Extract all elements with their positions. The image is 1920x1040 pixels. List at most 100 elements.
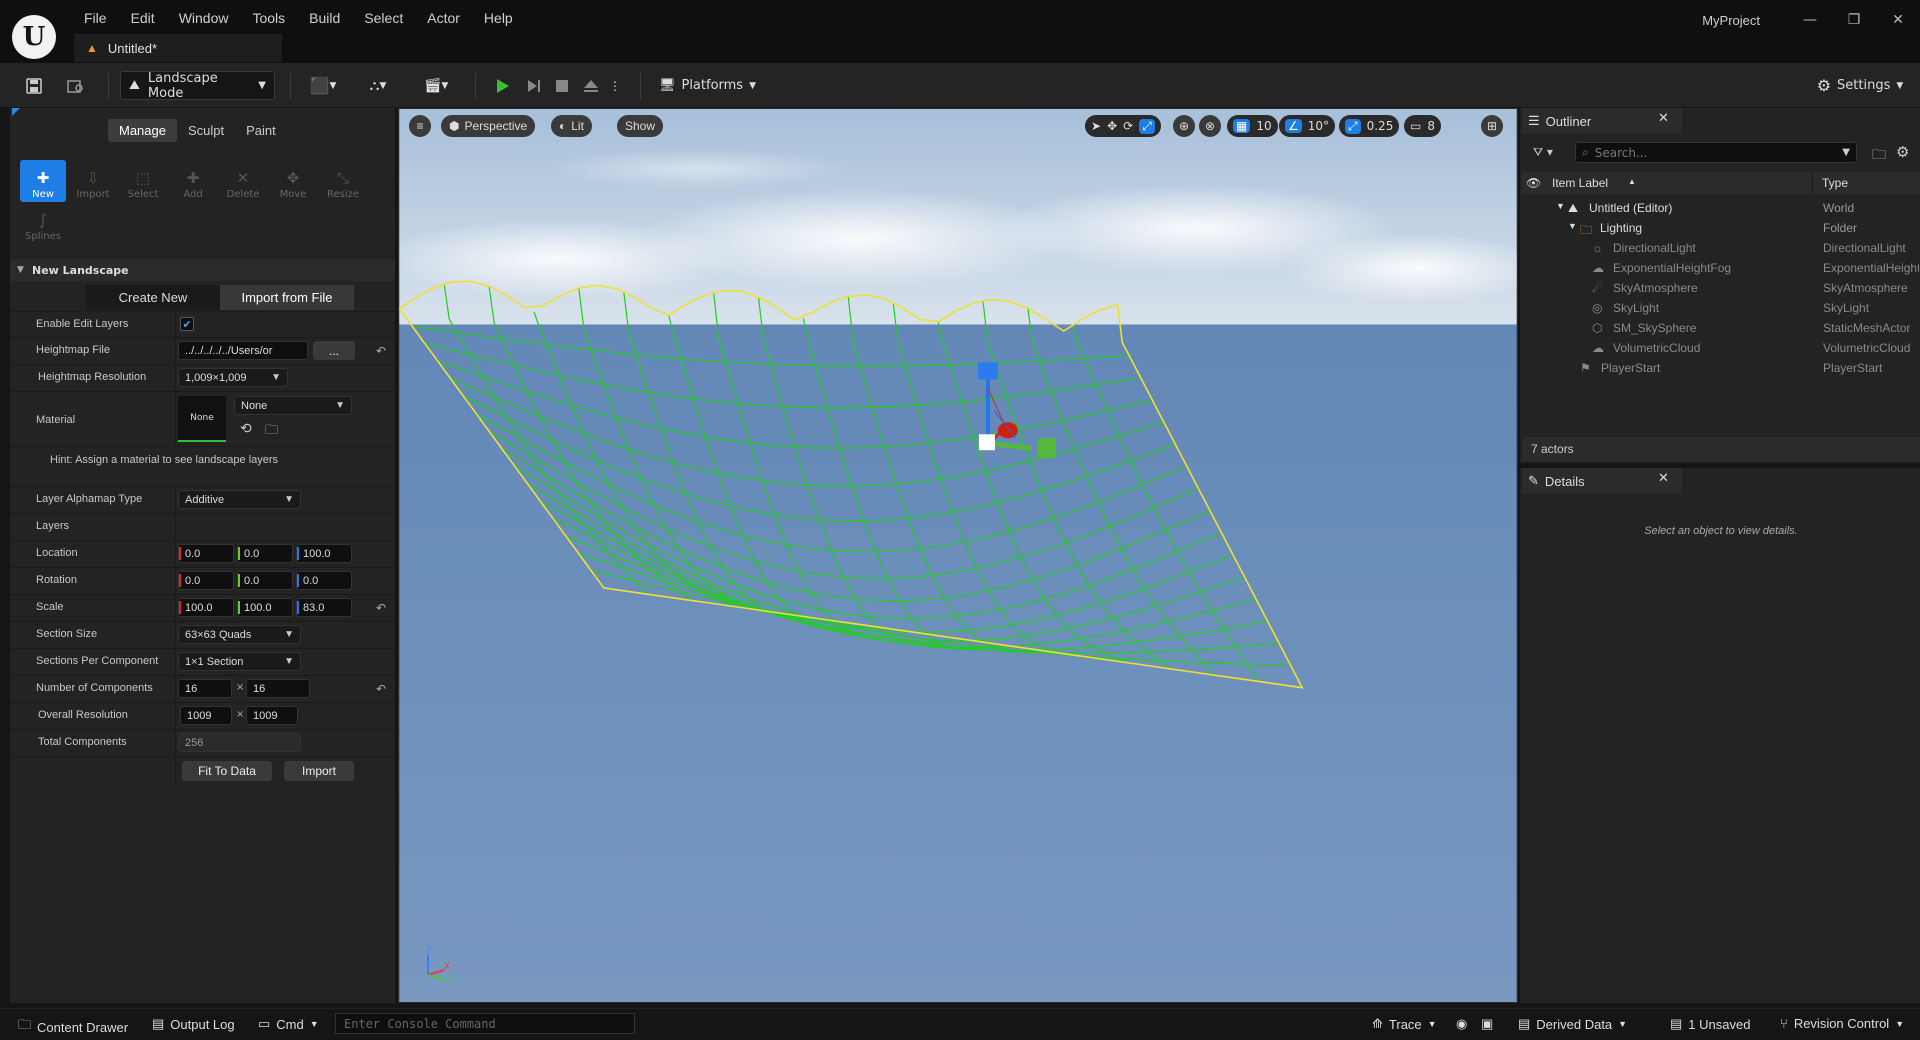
show-button[interactable]: Show: [617, 115, 664, 137]
tool-move[interactable]: ✥ Move: [270, 160, 316, 202]
expand-caret-icon[interactable]: ▼: [1568, 221, 1577, 231]
outliner-search-input[interactable]: ⌕ Search... ▼: [1575, 142, 1857, 163]
outliner-row-actor[interactable]: ⚑ PlayerStart PlayerStart: [1522, 358, 1920, 378]
outliner-row-folder[interactable]: ▼ 🗀 Lighting Folder: [1522, 218, 1920, 238]
add-actor-button[interactable]: ⬛ ▼: [305, 71, 341, 100]
import-button[interactable]: Import: [284, 761, 354, 781]
location-x-field[interactable]: 0.0: [178, 544, 234, 563]
close-icon[interactable]: ✕: [1876, 6, 1920, 34]
location-z-field[interactable]: 100.0: [296, 544, 352, 563]
outliner-row-actor[interactable]: ☁ VolumetricCloud VolumetricCloud: [1522, 338, 1920, 358]
blueprint-button[interactable]: ⛬ ▼: [360, 71, 396, 100]
translate-icon[interactable]: ✥: [1107, 119, 1117, 133]
visibility-eye-icon[interactable]: 👁︎: [1526, 176, 1541, 190]
components-x-field[interactable]: 16: [178, 679, 232, 698]
tab-manage[interactable]: Manage: [108, 119, 177, 142]
tab-paint[interactable]: Paint: [235, 119, 287, 142]
location-y-field[interactable]: 0.0: [237, 544, 293, 563]
menu-tools[interactable]: Tools: [240, 8, 297, 28]
content-drawer-button[interactable]: 🗀 Content Drawer: [18, 1016, 128, 1038]
scale-z-field[interactable]: 83.0: [296, 598, 352, 617]
resolution-y-field[interactable]: 1009: [246, 706, 298, 725]
rotation-x-field[interactable]: 0.0: [178, 571, 234, 590]
browse-content-icon[interactable]: [62, 71, 90, 100]
mode-selector[interactable]: ⛰ Landscape Mode ▼: [120, 71, 275, 101]
gear-icon[interactable]: ⚙: [1896, 143, 1909, 161]
minimize-icon[interactable]: —: [1788, 6, 1832, 34]
sections-per-component-dropdown[interactable]: 1×1 Section ▼: [178, 652, 301, 671]
viewport-layout-icon[interactable]: ⊞: [1481, 115, 1503, 137]
tool-import[interactable]: ⇩ Import: [70, 160, 116, 202]
tool-splines[interactable]: ∫ Splines: [20, 202, 66, 244]
menu-build[interactable]: Build: [297, 8, 352, 28]
tab-import-from-file[interactable]: Import from File: [220, 285, 354, 310]
reset-arrow-icon[interactable]: ↶: [376, 682, 386, 696]
settings-button[interactable]: ⚙ Settings ▼: [1810, 71, 1910, 100]
screenshot-icon[interactable]: ▣: [1481, 1016, 1493, 1032]
expand-caret-icon[interactable]: ▼: [1556, 201, 1565, 211]
browse-asset-icon[interactable]: 🗀: [265, 421, 278, 443]
add-folder-icon[interactable]: 🗀: [1872, 144, 1886, 168]
revision-control-button[interactable]: ⑂ Revision Control ▼: [1780, 1016, 1904, 1031]
tool-new[interactable]: ✚ New: [20, 160, 66, 202]
type-column[interactable]: Type: [1822, 176, 1848, 190]
rotation-y-field[interactable]: 0.0: [237, 571, 293, 590]
material-thumbnail[interactable]: None: [178, 396, 226, 442]
heightmap-file-field[interactable]: ../../../../../Users/or: [178, 341, 308, 360]
level-viewport[interactable]: ≡ ⬢ Perspective ◐ Lit Show ➤ ✥ ⟳ ⤢ ⊕ ⊗ ▦…: [398, 108, 1518, 1003]
scale-y-field[interactable]: 100.0: [237, 598, 293, 617]
save-icon[interactable]: [20, 71, 48, 100]
unsaved-button[interactable]: ▤ 1 Unsaved: [1670, 1016, 1750, 1032]
menu-file[interactable]: File: [72, 8, 119, 28]
lit-button[interactable]: ◐ Lit: [551, 115, 592, 137]
world-local-icon[interactable]: ⊕: [1173, 115, 1195, 137]
new-landscape-header[interactable]: ▼ New Landscape: [10, 259, 395, 281]
scale-icon[interactable]: ⤢: [1139, 118, 1155, 134]
enable-edit-layers-checkbox[interactable]: ✔: [180, 317, 194, 331]
outliner-row-actor[interactable]: ⬡ SM_SkySphere StaticMeshActor: [1522, 318, 1920, 338]
menu-actor[interactable]: Actor: [415, 8, 472, 28]
camera-speed-control[interactable]: ▭ 8: [1404, 115, 1441, 137]
restore-icon[interactable]: ❐: [1832, 6, 1876, 34]
grid-snap-control[interactable]: ▦ 10: [1227, 115, 1278, 137]
unreal-logo[interactable]: U: [12, 15, 56, 59]
perspective-button[interactable]: ⬢ Perspective: [441, 115, 536, 137]
console-command-input[interactable]: Enter Console Command: [335, 1013, 635, 1034]
use-selected-asset-icon[interactable]: ⟲: [240, 421, 252, 437]
outliner-row-actor[interactable]: ◎ SkyLight SkyLight: [1522, 298, 1920, 318]
play-button[interactable]: [490, 71, 514, 100]
level-tab[interactable]: ▲ Untitled*: [74, 34, 282, 62]
heightmap-resolution-dropdown[interactable]: 1,009×1,009 ▼: [178, 368, 288, 387]
close-icon[interactable]: ✕: [1658, 471, 1669, 486]
output-log-button[interactable]: ▤ Output Log: [152, 1016, 235, 1032]
outliner-row-world[interactable]: ▼ ⛰ Untitled (Editor) World: [1522, 198, 1920, 218]
cmd-button[interactable]: ▭ Cmd ▼: [258, 1016, 319, 1032]
derived-data-button[interactable]: ▤ Derived Data ▼: [1518, 1016, 1627, 1032]
stop-button[interactable]: [550, 71, 574, 100]
menu-edit[interactable]: Edit: [119, 8, 167, 28]
rotation-z-field[interactable]: 0.0: [296, 571, 352, 590]
reset-arrow-icon[interactable]: ↶: [376, 601, 386, 615]
eject-button[interactable]: [579, 71, 603, 100]
reset-arrow-icon[interactable]: ↶: [376, 344, 386, 358]
surface-snap-icon[interactable]: ⊗: [1199, 115, 1221, 137]
outliner-row-actor[interactable]: ☼ DirectionalLight DirectionalLight: [1522, 238, 1920, 258]
fit-to-data-button[interactable]: Fit To Data: [182, 761, 272, 781]
viewport-menu-icon[interactable]: ≡: [409, 115, 431, 137]
advance-frame-button[interactable]: [522, 71, 546, 100]
scale-snap-control[interactable]: ⤢ 0.25: [1339, 115, 1400, 137]
tab-create-new[interactable]: Create New: [86, 285, 220, 310]
scale-x-field[interactable]: 100.0: [178, 598, 234, 617]
browse-file-button[interactable]: ...: [313, 341, 355, 360]
select-cursor-icon[interactable]: ➤: [1091, 119, 1101, 133]
menu-window[interactable]: Window: [167, 8, 241, 28]
tab-sculpt[interactable]: Sculpt: [177, 119, 235, 142]
menu-help[interactable]: Help: [472, 8, 525, 28]
menu-select[interactable]: Select: [352, 8, 415, 28]
item-label-column[interactable]: Item Label: [1552, 176, 1608, 190]
play-options-icon[interactable]: ⋮: [608, 71, 622, 100]
outliner-row-actor[interactable]: ☁ ExponentialHeightFog ExponentialHeight…: [1522, 258, 1920, 278]
trace-button[interactable]: ⟰ Trace ▼: [1372, 1016, 1437, 1032]
platforms-button[interactable]: 🖥︎ Platforms ▼: [655, 71, 760, 100]
section-size-dropdown[interactable]: 63×63 Quads ▼: [178, 625, 301, 644]
